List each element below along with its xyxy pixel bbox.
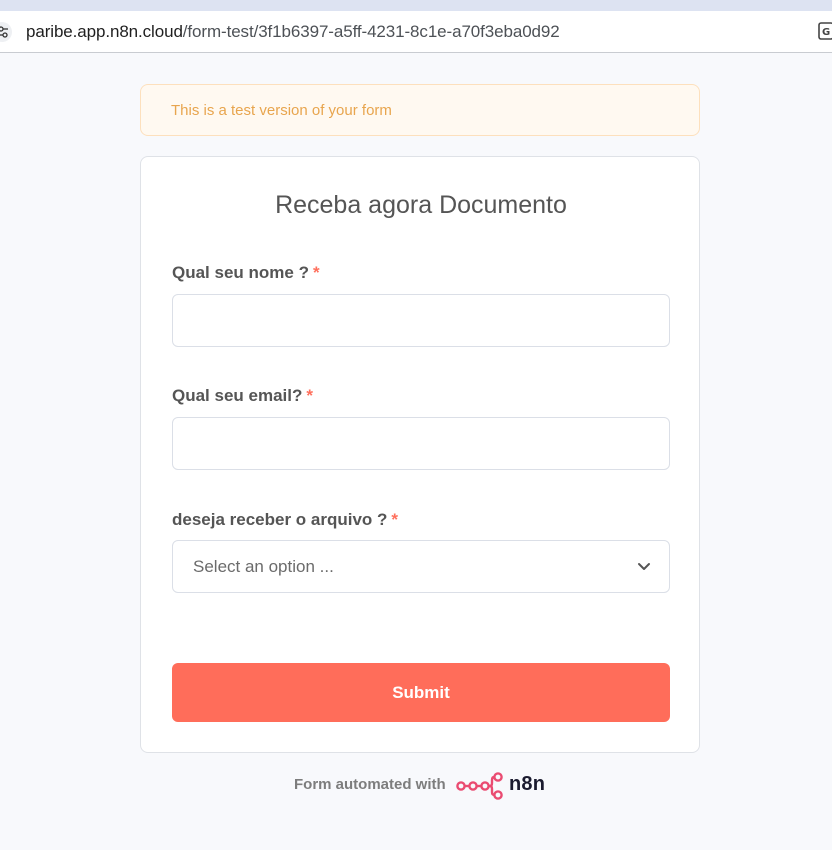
browser-tabstrip [0, 0, 832, 11]
submit-button[interactable]: Submit [172, 663, 670, 722]
test-version-banner: This is a test version of your form [140, 84, 700, 136]
email-input[interactable] [172, 417, 670, 470]
url-host: paribe.app.n8n.cloud [26, 22, 183, 41]
footer-text: Form automated with [294, 776, 446, 793]
translate-icon[interactable]: G [818, 22, 832, 42]
required-mark: * [312, 263, 320, 282]
footer: Form automated with n8n [0, 772, 832, 802]
address-bar[interactable]: paribe.app.n8n.cloud/form-test/3f1b6397-… [0, 11, 832, 53]
url-text[interactable]: paribe.app.n8n.cloud/form-test/3f1b6397-… [26, 22, 560, 42]
n8n-logo-icon[interactable] [456, 772, 506, 800]
file-option-label-text: deseja receber o arquivo ? [172, 510, 388, 529]
form-card: Receba agora Documento Qual seu nome ? * … [140, 156, 700, 753]
url-path: /form-test/3f1b6397-a5ff-4231-8c1e-a70f3… [182, 22, 560, 41]
name-label-text: Qual seu nome ? [172, 263, 309, 282]
name-input[interactable] [172, 294, 670, 347]
select-placeholder: Select an option ... [193, 557, 334, 576]
form-title: Receba agora Documento [275, 191, 567, 219]
n8n-brand-text[interactable]: n8n [509, 773, 545, 796]
email-label-text: Qual seu email? [172, 386, 303, 405]
chevron-down-icon [638, 563, 650, 570]
svg-text:G: G [822, 27, 830, 38]
required-mark: * [391, 510, 399, 529]
site-settings-icon[interactable] [0, 22, 12, 42]
file-option-select[interactable]: Select an option ... [172, 540, 670, 593]
name-field-label: Qual seu nome ? * [172, 263, 320, 283]
banner-text: This is a test version of your form [171, 102, 392, 119]
file-option-label: deseja receber o arquivo ? * [172, 510, 398, 530]
email-field-label: Qual seu email? * [172, 386, 313, 406]
required-mark: * [306, 386, 314, 405]
